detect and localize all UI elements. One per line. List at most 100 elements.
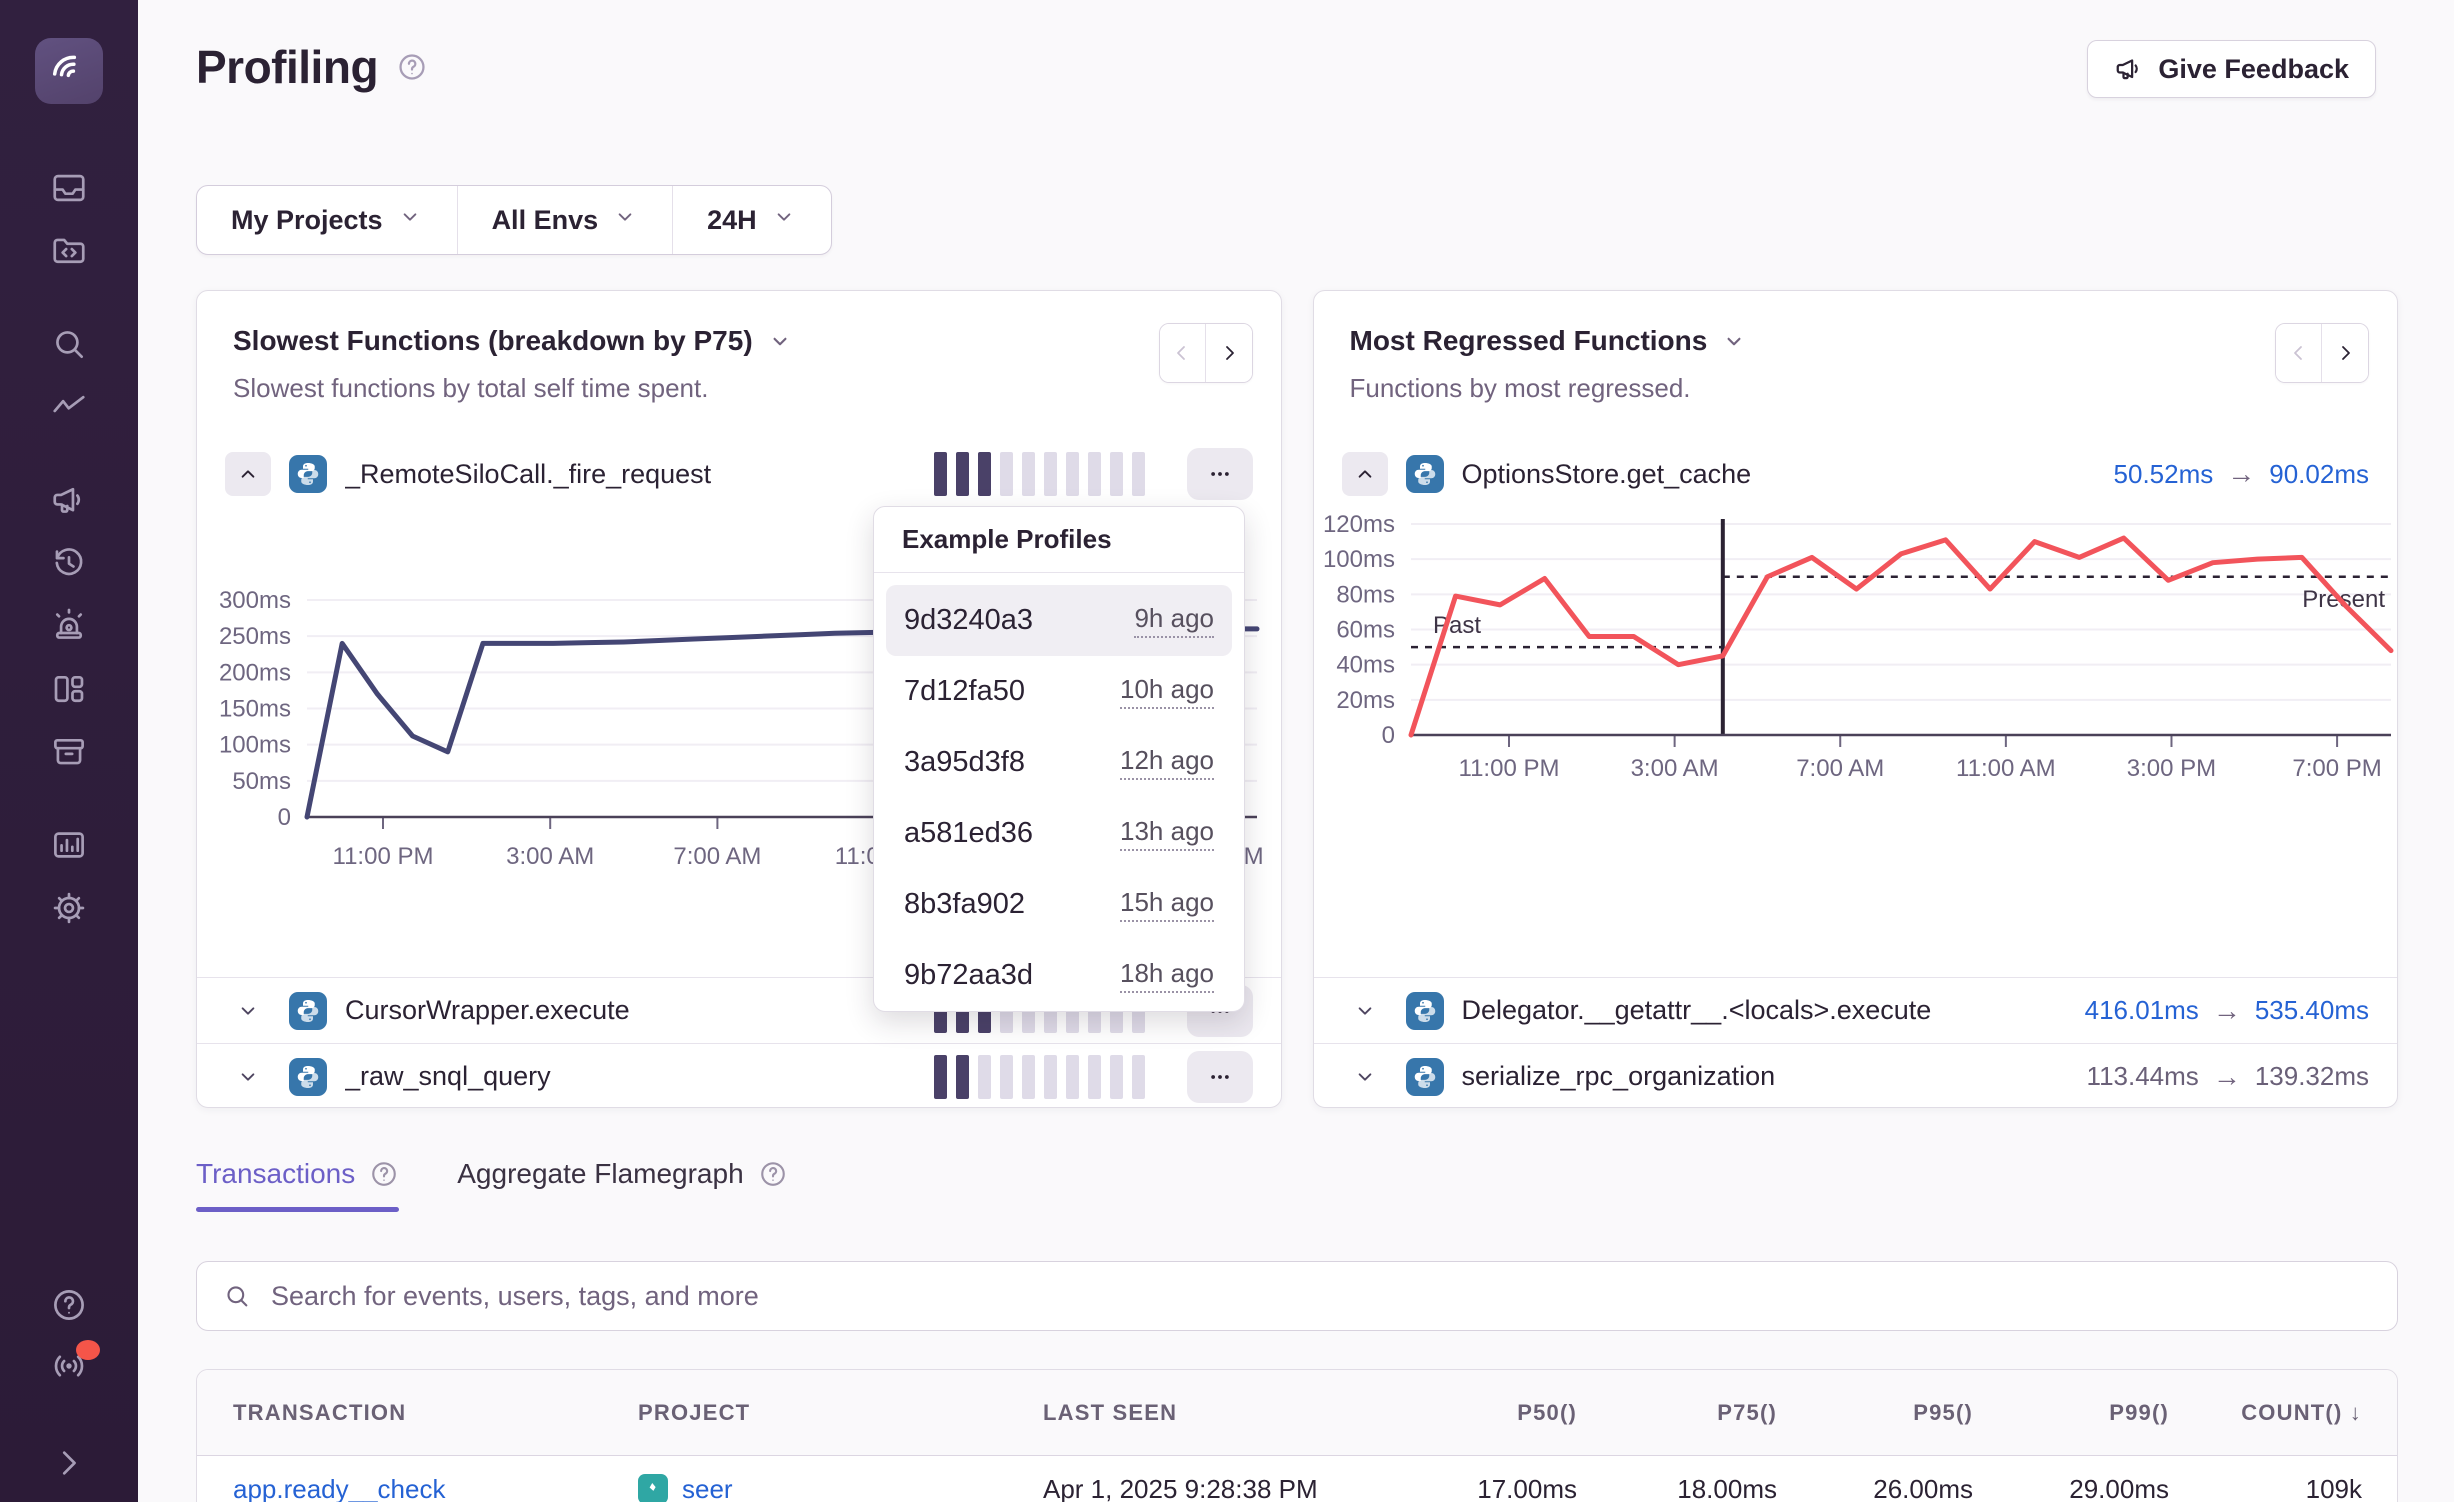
sidebar-nav [50, 104, 88, 927]
tab-label: Transactions [196, 1158, 355, 1190]
profile-item[interactable]: 3a95d3f8 12h ago [886, 727, 1232, 798]
svg-text:3:00 AM: 3:00 AM [1630, 755, 1718, 782]
profile-age[interactable]: 18h ago [1120, 958, 1214, 993]
collapse-chevron-icon[interactable] [50, 1444, 88, 1482]
svg-text:7:00 AM: 7:00 AM [1796, 755, 1884, 782]
profile-item[interactable]: 9b72aa3d 18h ago [886, 940, 1232, 1011]
expand-row-button[interactable] [225, 1055, 271, 1099]
chevron-left-icon [2287, 341, 2311, 365]
search-icon[interactable] [50, 325, 88, 363]
give-feedback-label: Give Feedback [2158, 54, 2349, 85]
pager-prev-button[interactable] [1160, 324, 1206, 382]
pager-next-button[interactable] [1206, 324, 1252, 382]
stats-icon[interactable] [50, 826, 88, 864]
expand-row-button[interactable] [225, 989, 271, 1033]
sentry-logo[interactable] [35, 38, 103, 104]
regression-values[interactable]: 416.01ms→535.40ms [2085, 995, 2369, 1027]
table-row[interactable]: app.ready__checkseerApr 1, 2025 9:28:38 … [197, 1456, 2397, 1502]
count-cell: 109k [2169, 1474, 2362, 1502]
search-input[interactable] [271, 1281, 2371, 1312]
slowest-functions-title-dropdown[interactable]: Slowest Functions (breakdown by P75) [233, 325, 1253, 357]
tab-transactions[interactable]: Transactions [196, 1158, 399, 1212]
profile-item[interactable]: a581ed36 13h ago [886, 798, 1232, 869]
projects-folder-icon[interactable] [50, 232, 88, 270]
profile-age[interactable]: 15h ago [1120, 887, 1214, 922]
function-name: OptionsStore.get_cache [1462, 459, 1752, 490]
function-row[interactable]: Delegator.__getattr__.<locals>.execute41… [1314, 977, 2398, 1043]
pager-prev-button[interactable] [2276, 324, 2322, 382]
profile-age[interactable]: 9h ago [1134, 603, 1214, 638]
feedback-megaphone-icon[interactable] [50, 481, 88, 519]
column-header-p95[interactable]: P95() [1777, 1400, 1973, 1426]
svg-text:11:00 PM: 11:00 PM [1458, 755, 1559, 782]
function-row[interactable]: serialize_rpc_organization113.44ms→139.3… [1314, 1043, 2398, 1108]
arrow-right-icon: → [2213, 995, 2241, 1027]
profile-id[interactable]: 9b72aa3d [904, 959, 1033, 992]
python-project-icon [289, 992, 327, 1030]
function-row[interactable]: _raw_snql_query [197, 1043, 1281, 1108]
arrow-right-icon: → [2213, 1061, 2241, 1093]
pager-next-button[interactable] [2322, 324, 2368, 382]
regression-values[interactable]: 50.52ms→90.02ms [2114, 458, 2369, 490]
profile-id[interactable]: 3a95d3f8 [904, 746, 1025, 779]
releases-archive-icon[interactable] [50, 733, 88, 771]
profile-item[interactable]: 8b3fa902 15h ago [886, 869, 1232, 940]
expand-row-button[interactable] [1342, 989, 1388, 1033]
chevron-down-icon [767, 328, 793, 354]
trends-icon[interactable] [50, 388, 88, 426]
issues-inbox-icon[interactable] [50, 169, 88, 207]
column-header-count[interactable]: COUNT() ↓ [2169, 1400, 2362, 1426]
most-regressed-title-dropdown[interactable]: Most Regressed Functions [1350, 325, 2370, 357]
profile-item[interactable]: 7d12fa50 10h ago [886, 656, 1232, 727]
profile-id[interactable]: 7d12fa50 [904, 675, 1025, 708]
profile-age[interactable]: 13h ago [1120, 816, 1214, 851]
column-header-transaction[interactable]: TRANSACTION [233, 1400, 638, 1426]
function-row[interactable]: OptionsStore.get_cache 50.52ms→90.02ms [1314, 436, 2398, 512]
p95-cell: 26.00ms [1777, 1474, 1973, 1502]
search-icon [223, 1282, 251, 1310]
profile-item[interactable]: 9d3240a3 9h ago [886, 585, 1232, 656]
column-header-lastseen[interactable]: LAST SEEN [1043, 1400, 1381, 1426]
tab-aggregate-flamegraph[interactable]: Aggregate Flamegraph [457, 1158, 787, 1212]
filter-my-projects[interactable]: My Projects [197, 186, 458, 254]
svg-text:Present: Present [2302, 586, 2385, 613]
svg-text:0: 0 [278, 804, 291, 831]
svg-text:7:00 AM: 7:00 AM [673, 843, 761, 870]
collapse-row-button[interactable] [1342, 452, 1388, 496]
give-feedback-button[interactable]: Give Feedback [2087, 40, 2376, 98]
profile-age[interactable]: 10h ago [1120, 674, 1214, 709]
column-header-project[interactable]: PROJECT [638, 1400, 1043, 1426]
project-cell[interactable]: seer [638, 1474, 1043, 1502]
slowest-pager [1159, 323, 1253, 383]
python-project-icon [1406, 1058, 1444, 1096]
collapse-row-button[interactable] [225, 452, 271, 496]
profile-id[interactable]: 9d3240a3 [904, 604, 1033, 637]
python-project-icon [289, 455, 327, 493]
function-name: CursorWrapper.execute [345, 995, 630, 1026]
profile-age[interactable]: 12h ago [1120, 745, 1214, 780]
function-row[interactable]: _RemoteSiloCall._fire_request [197, 436, 1281, 512]
filter-24h[interactable]: 24H [673, 186, 831, 254]
profile-id[interactable]: a581ed36 [904, 817, 1033, 850]
profiling-help-icon[interactable] [396, 51, 428, 83]
settings-gear-icon[interactable] [50, 889, 88, 927]
duration-after: 90.02ms [2269, 459, 2369, 490]
column-header-p75[interactable]: P75() [1577, 1400, 1777, 1426]
replays-history-icon[interactable] [50, 544, 88, 582]
dashboards-grid-icon[interactable] [50, 670, 88, 708]
example-profiles-menu-button[interactable] [1187, 448, 1253, 500]
transaction-link[interactable]: app.ready__check [233, 1474, 638, 1502]
tab-help-icon[interactable] [369, 1159, 399, 1189]
help-icon[interactable] [50, 1286, 88, 1324]
tab-help-icon[interactable] [758, 1159, 788, 1189]
column-header-p50[interactable]: P50() [1381, 1400, 1577, 1426]
profile-id[interactable]: 8b3fa902 [904, 888, 1025, 921]
example-profiles-menu-button[interactable] [1187, 1051, 1253, 1103]
whats-new-broadcast-icon[interactable] [50, 1347, 88, 1385]
expand-row-button[interactable] [1342, 1055, 1388, 1099]
svg-text:50ms: 50ms [232, 768, 291, 795]
column-header-p99[interactable]: P99() [1973, 1400, 2169, 1426]
sidebar-bottom [50, 1286, 88, 1482]
filter-all-envs[interactable]: All Envs [458, 186, 674, 254]
alerts-siren-icon[interactable] [50, 607, 88, 645]
